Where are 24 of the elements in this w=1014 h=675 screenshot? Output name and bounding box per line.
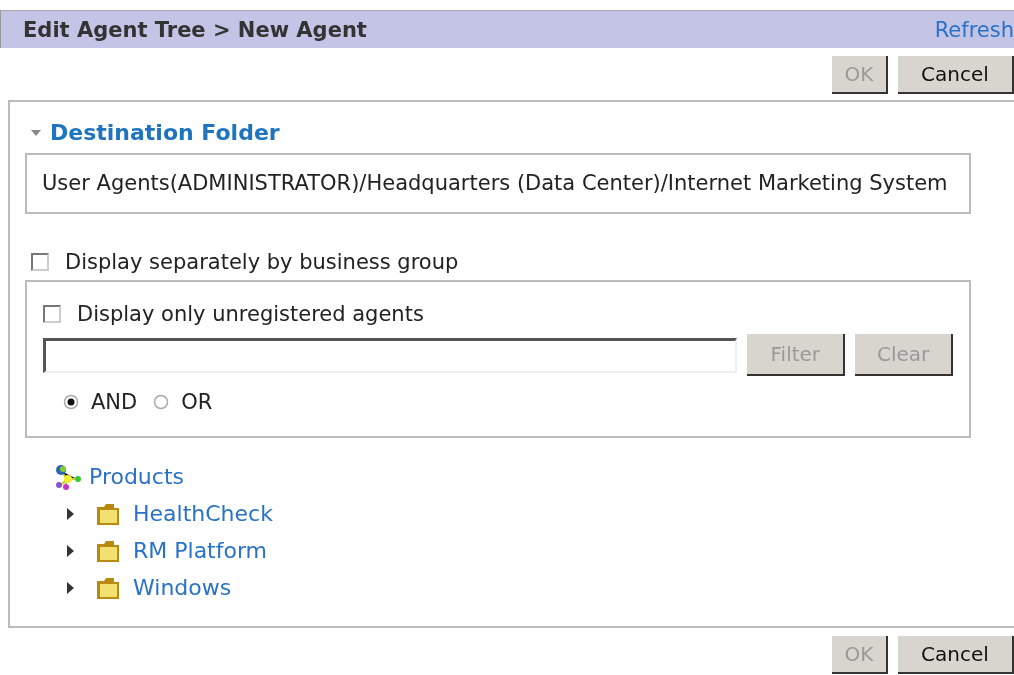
filter-input-field[interactable] <box>43 337 738 373</box>
dialog-button[interactable]: Cancel <box>898 636 1014 674</box>
expand-arrow-icon[interactable] <box>65 543 75 558</box>
radio-button[interactable] <box>63 394 79 410</box>
radio-label: AND <box>91 390 138 414</box>
collapse-triangle-icon[interactable] <box>30 128 42 137</box>
tree-item-label[interactable]: RM Platform <box>133 538 268 563</box>
refresh-link[interactable]: Refresh <box>934 17 1014 42</box>
checkbox[interactable] <box>31 253 49 271</box>
molecule-network-icon <box>53 462 83 491</box>
checkbox-label: Display only unregistered agents <box>77 302 424 326</box>
radio-button[interactable] <box>153 394 170 410</box>
dialog-button[interactable]: Cancel <box>898 56 1014 94</box>
page-title: Edit Agent Tree > New Agent <box>23 17 367 42</box>
radio-label: OR <box>181 390 213 414</box>
tree-item-label[interactable]: HealthCheck <box>133 501 273 526</box>
tree-item-label[interactable]: Windows <box>133 575 232 600</box>
checkbox[interactable] <box>43 305 61 323</box>
tree-root-label[interactable]: Products <box>89 464 184 489</box>
expand-arrow-icon[interactable] <box>65 580 75 595</box>
destination-path: User Agents(ADMINISTRATOR)/Headquarters (Data Center)/Internet Marketing System <box>25 153 971 214</box>
checkbox-label: Display separately by business group <box>65 250 459 274</box>
section-heading[interactable]: Destination Folder <box>50 120 280 145</box>
expand-arrow-icon[interactable] <box>65 506 75 521</box>
